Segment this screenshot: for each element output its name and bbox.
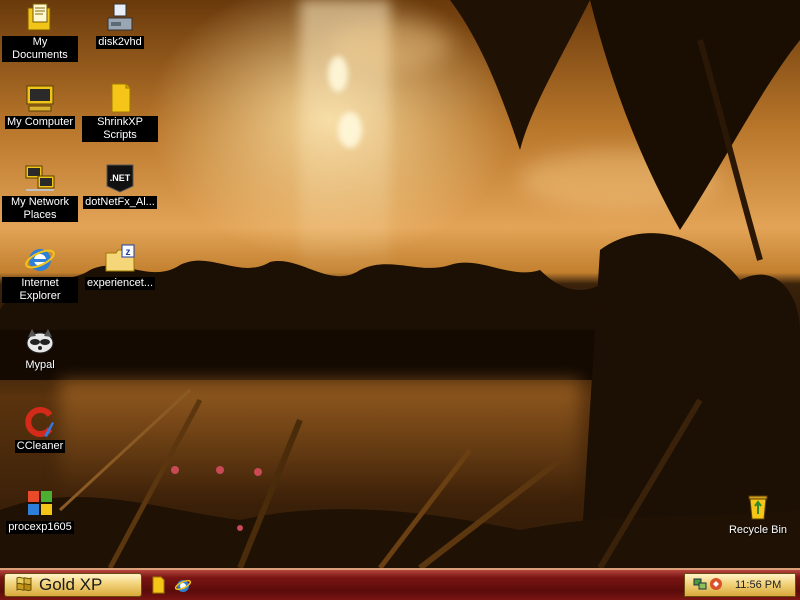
start-label: Gold XP [39,575,103,594]
sun-glow [328,56,348,92]
my-documents-icon [24,2,56,34]
svg-text:.NET: .NET [110,173,131,183]
desktop-icon-recycle-bin[interactable]: Recycle Bin [720,490,796,537]
quicklaunch-internet-explorer-icon[interactable] [174,576,192,597]
desktop-icon-mypal[interactable]: Mypal [2,325,78,372]
desktop-icon-disk2vhd[interactable]: disk2vhd [82,2,158,49]
clock[interactable]: 11:56 PM [735,579,781,591]
zipped-folder-icon: z [104,243,136,275]
desktop-icon-procexp[interactable]: procexp1605 [2,487,78,534]
tray-network-icon[interactable] [693,577,707,594]
desktop-icon-my-network-places[interactable]: My Network Places [2,162,78,222]
taskbar: Gold XP 11:56 PM [0,568,800,600]
ccleaner-icon [24,406,56,438]
recycle-bin-icon [742,490,774,522]
quick-launch [150,576,192,597]
start-button[interactable]: Gold XP [4,573,142,597]
desktop-icon-my-documents[interactable]: My Documents [2,2,78,62]
sun-glow [338,112,362,148]
desktop-icon-internet-explorer[interactable]: Internet Explorer [2,243,78,303]
system-tray: 11:56 PM [684,573,796,597]
desktop-icon-ccleaner[interactable]: CCleaner [2,406,78,453]
tray-app-icon[interactable] [709,577,723,594]
windows-flag-icon [15,575,33,596]
desktop-icon-dotnetfx[interactable]: .NET dotNetFx_Al... [82,162,158,209]
grass [0,388,800,568]
desktop-icon-shrinkxp-scripts[interactable]: ShrinkXP Scripts [82,82,158,142]
desktop-icon-my-computer[interactable]: My Computer [2,82,78,129]
desktop-icon-experiencet[interactable]: z experiencet... [82,243,158,290]
folder-icon [104,82,136,114]
cloud [330,20,450,70]
windows-logo-icon [24,487,56,519]
svg-text:z: z [126,247,131,258]
quicklaunch-folder-icon[interactable] [150,576,166,597]
raccoon-icon [24,325,56,357]
network-places-icon [24,162,56,194]
internet-explorer-icon [24,243,56,275]
my-computer-icon [24,82,56,114]
disk2vhd-icon [104,2,136,34]
dotnet-icon: .NET [104,162,136,194]
